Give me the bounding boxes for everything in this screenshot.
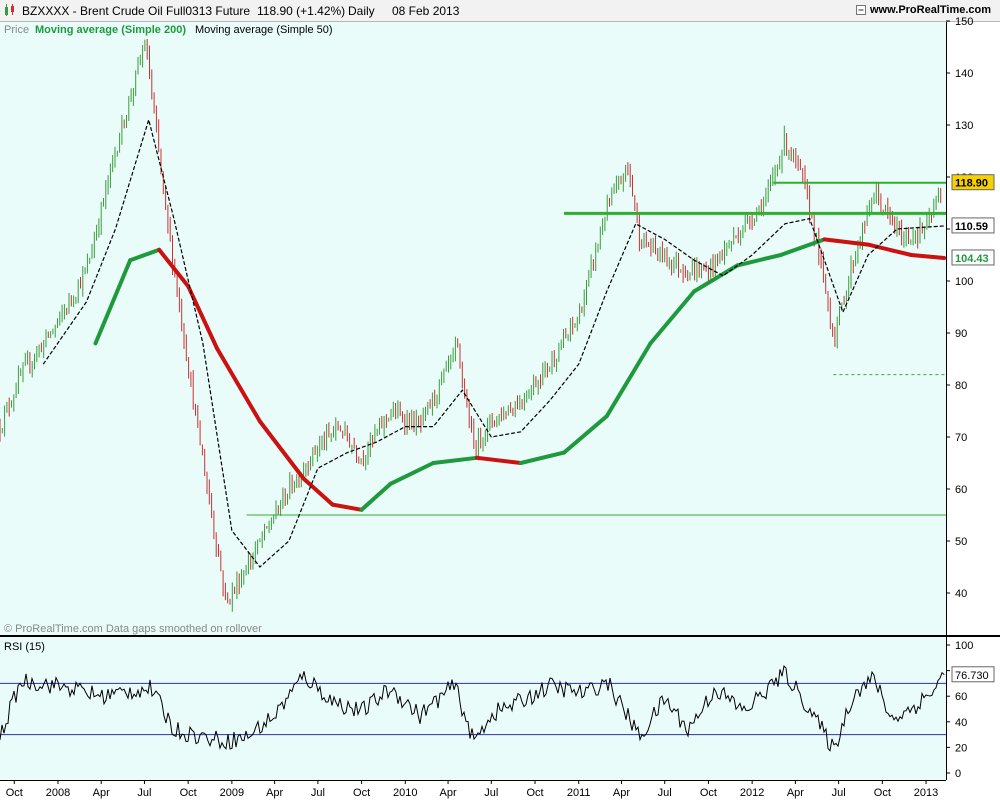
legend-ma200: Moving average (Simple 200) [35,24,186,36]
x-tick-label: Jul [311,787,325,799]
x-tick-label: Apr [787,787,804,799]
rsi-y-tick-label: 0 [955,768,961,780]
chart-window: BZXXXX - Brent Crude Oil Full0313 Future… [0,0,1000,800]
chart-area: 1501401301201101009080706050401008060402… [0,16,1000,799]
price-y-tick-label: 130 [955,120,973,132]
x-tick-label: Jul [832,787,846,799]
x-tick-label: 2010 [393,787,417,799]
x-tick-label: 2009 [220,787,244,799]
last-price-tag: 118.90 [955,178,988,190]
rsi-y-tick-label: 60 [955,691,967,703]
x-tick-label: Oct [874,787,891,799]
rsi-title: RSI (15) [4,641,45,653]
ma50-tag: 110.59 [955,221,988,233]
rsi-y-tick-label: 20 [955,742,967,754]
price-y-tick-label: 140 [955,68,973,80]
x-tick-label: Jul [137,787,151,799]
price-y-tick-label: 50 [955,536,967,548]
x-tick-label: Oct [353,787,370,799]
rsi-y-tick-label: 100 [955,640,973,652]
x-tick-label: 2013 [914,787,938,799]
x-tick-label: 2011 [567,787,591,799]
x-tick-label: Apr [613,787,630,799]
x-tick-label: Oct [180,787,197,799]
x-tick-label: Apr [93,787,110,799]
price-y-tick-label: 150 [955,16,973,28]
x-tick-label: Apr [439,787,456,799]
legend-price: Price [4,24,29,36]
price-y-tick-label: 70 [955,432,967,444]
x-tick-label: Oct [6,787,23,799]
legend-ma50: Moving average (Simple 50) [195,24,333,36]
x-tick-label: Jul [484,787,498,799]
ma200-tag: 104.43 [955,253,989,265]
footnote: © ProRealTime.com Data gaps smoothed on … [4,623,262,635]
price-y-tick-label: 60 [955,484,967,496]
price-y-tick-label: 80 [955,380,967,392]
price-y-tick-label: 90 [955,328,967,340]
x-tick-label: Oct [526,787,543,799]
price-y-tick-label: 100 [955,276,973,288]
x-tick-label: Jul [658,787,672,799]
x-tick-label: 2012 [740,787,764,799]
x-tick-label: Oct [700,787,717,799]
x-tick-label: Apr [266,787,283,799]
rsi-last-tag: 76.730 [955,670,989,682]
x-tick-label: 2008 [46,787,70,799]
rsi-y-tick-label: 40 [955,717,967,729]
price-panel-background [0,22,946,635]
price-y-tick-label: 40 [955,588,967,600]
